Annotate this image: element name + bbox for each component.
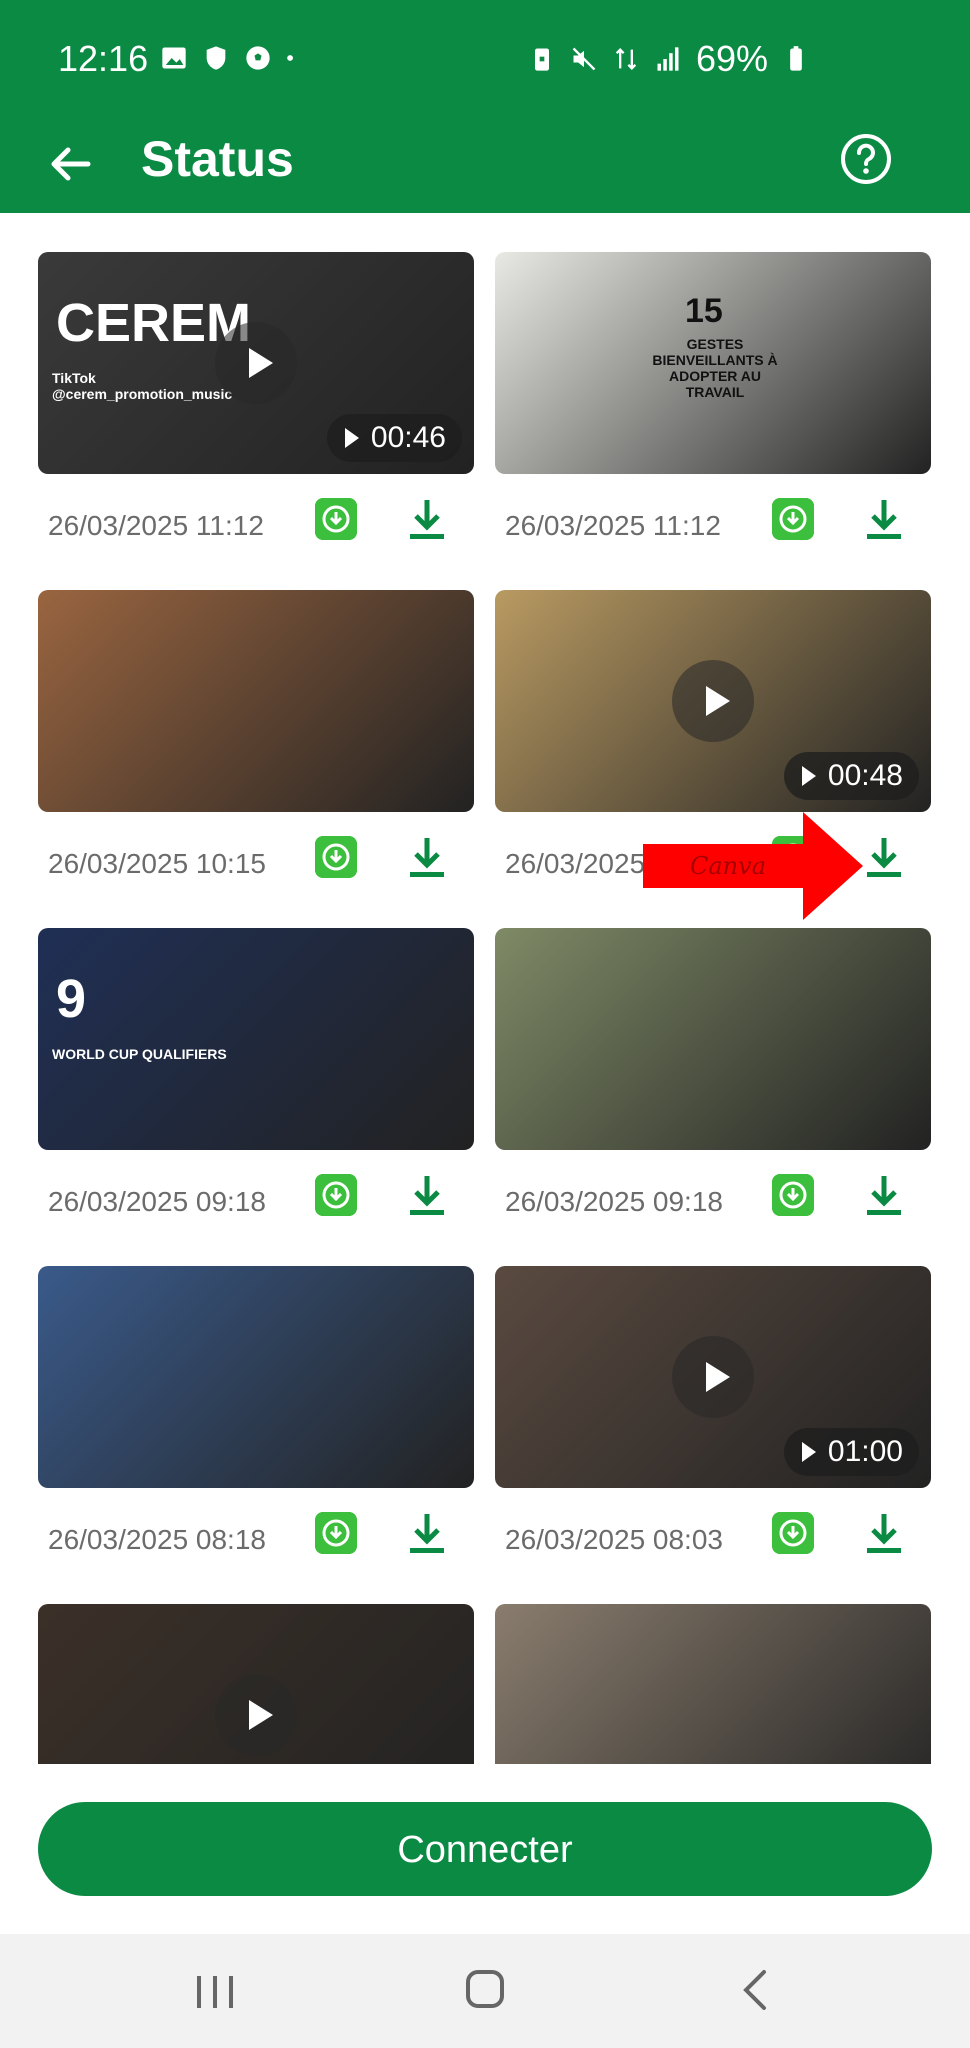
page-title: Status bbox=[141, 131, 294, 187]
battery-saver-icon bbox=[534, 48, 549, 71]
status-tile[interactable]: 26/03/2025 08:18 bbox=[38, 1266, 474, 1598]
status-meta-row: 26/03/2025 11:12 bbox=[38, 474, 474, 584]
arrow-left-icon[interactable] bbox=[40, 134, 100, 194]
help-circle-icon[interactable] bbox=[838, 131, 894, 187]
status-date: 26/03/2025 11:12 bbox=[48, 510, 264, 541]
dot-icon bbox=[287, 55, 293, 61]
status-tile[interactable]: CEREM TikTok @cerem_promotion_music 00:46 2… bbox=[38, 252, 474, 584]
image-icon bbox=[162, 47, 186, 69]
video-thumbnail[interactable]: 00:48 bbox=[495, 590, 931, 812]
video-thumbnail[interactable]: 01:00 bbox=[495, 1266, 931, 1488]
download-icon[interactable] bbox=[408, 836, 446, 880]
arrow-overlay-label: Canva bbox=[643, 812, 863, 920]
download-icon[interactable] bbox=[408, 1512, 446, 1556]
video-duration-badge: 00:46 bbox=[326, 414, 462, 462]
download-icon[interactable] bbox=[865, 836, 903, 880]
download-icon[interactable] bbox=[865, 1512, 903, 1556]
download-icon[interactable] bbox=[865, 498, 903, 542]
whatsapp-share-icon[interactable] bbox=[315, 836, 357, 878]
recent-apps-icon[interactable] bbox=[195, 1974, 235, 2010]
status-meta-row: 26/03/2025 08:18 bbox=[38, 1488, 474, 1598]
download-icon[interactable] bbox=[408, 498, 446, 542]
shield-icon bbox=[206, 46, 226, 70]
thumbnail-caption: 9 bbox=[56, 969, 87, 1029]
status-date: 26/03/2025 bbox=[505, 848, 646, 879]
mute-icon bbox=[572, 47, 596, 71]
notification-icons bbox=[160, 44, 300, 72]
status-meta-row: 26/03/2025 11:12 bbox=[495, 474, 931, 584]
status-tile[interactable]: 9 WORLD CUP QUALIFIERS 26/03/2025 09:18 bbox=[38, 928, 474, 1260]
signal-icon bbox=[657, 47, 679, 71]
image-thumbnail[interactable] bbox=[495, 928, 931, 1150]
status-date: 26/03/2025 09:18 bbox=[48, 1186, 266, 1217]
system-nav-bar bbox=[0, 1934, 970, 2048]
data-icon bbox=[615, 48, 637, 70]
status-date: 26/03/2025 09:18 bbox=[505, 1186, 723, 1217]
clock: 12:16 bbox=[58, 38, 149, 79]
whatsapp-share-icon[interactable] bbox=[772, 498, 814, 540]
thumbnail-subcaption: WORLD CUP QUALIFIERS bbox=[52, 1046, 227, 1062]
status-tile[interactable] bbox=[38, 1604, 474, 1764]
whatsapp-share-icon[interactable] bbox=[772, 1512, 814, 1554]
status-meta-row: 26/03/2025 09:18 bbox=[495, 1150, 931, 1260]
status-meta-row: 26/03/2025 10:15 bbox=[38, 812, 474, 922]
status-bar: 12:16 69% bbox=[0, 0, 970, 118]
whatsapp-share-icon[interactable] bbox=[315, 498, 357, 540]
status-meta-row: 26/03/2025 09:18 bbox=[38, 1150, 474, 1260]
status-tile[interactable] bbox=[495, 1604, 931, 1764]
status-date: 26/03/2025 11:12 bbox=[505, 510, 721, 541]
status-tile[interactable]: 01:00 26/03/2025 08:03 bbox=[495, 1266, 931, 1598]
download-icon[interactable] bbox=[865, 1174, 903, 1218]
play-icon[interactable] bbox=[215, 1674, 297, 1756]
status-date: 26/03/2025 08:18 bbox=[48, 1524, 266, 1555]
status-tile[interactable]: 26/03/2025 10:15 bbox=[38, 590, 474, 922]
image-thumbnail[interactable]: 9 WORLD CUP QUALIFIERS bbox=[38, 928, 474, 1150]
whatsapp-share-icon[interactable] bbox=[315, 1512, 357, 1554]
nav-back-icon[interactable] bbox=[740, 1968, 770, 2012]
connect-button[interactable]: Connecter bbox=[38, 1802, 932, 1896]
play-icon[interactable] bbox=[215, 322, 297, 404]
whatsapp-share-icon[interactable] bbox=[772, 1174, 814, 1216]
video-thumbnail[interactable] bbox=[38, 1604, 474, 1764]
status-grid: CEREM TikTok @cerem_promotion_music 00:46 2… bbox=[0, 252, 970, 1764]
video-thumbnail[interactable]: CEREM TikTok @cerem_promotion_music 00:46 bbox=[38, 252, 474, 474]
status-date: 26/03/2025 10:15 bbox=[48, 848, 266, 879]
status-date: 26/03/2025 08:03 bbox=[505, 1524, 723, 1555]
image-thumbnail[interactable]: 15 GESTES BIENVEILLANTS À ADOPTER AU TRAV… bbox=[495, 252, 931, 474]
thumbnail-subcaption: GESTES BIENVEILLANTS À ADOPTER AU TRAVAI… bbox=[652, 336, 778, 400]
thumbnail-caption: 15 bbox=[685, 292, 723, 330]
play-icon[interactable] bbox=[672, 660, 754, 742]
home-icon[interactable] bbox=[466, 1970, 504, 2008]
play-icon[interactable] bbox=[672, 1336, 754, 1418]
battery-level: 69% bbox=[695, 38, 768, 79]
video-duration-badge: 01:00 bbox=[783, 1428, 919, 1476]
battery-icon bbox=[790, 46, 802, 71]
whatsapp-share-icon[interactable] bbox=[315, 1174, 357, 1216]
app-bar: Status bbox=[0, 118, 970, 213]
status-meta-row: 26/03/2025 08:03 bbox=[495, 1488, 931, 1598]
status-tile[interactable]: 15 GESTES BIENVEILLANTS À ADOPTER AU TRAV… bbox=[495, 252, 931, 584]
soccer-ball-icon bbox=[246, 46, 270, 70]
system-icons: 69% bbox=[528, 38, 810, 80]
image-thumbnail[interactable] bbox=[38, 590, 474, 812]
status-tile[interactable]: 26/03/2025 09:18 bbox=[495, 928, 931, 1260]
download-icon[interactable] bbox=[408, 1174, 446, 1218]
image-thumbnail[interactable] bbox=[495, 1604, 931, 1764]
image-thumbnail[interactable] bbox=[38, 1266, 474, 1488]
arrow-text: Canva bbox=[690, 852, 766, 880]
video-duration-badge: 00:48 bbox=[783, 752, 919, 800]
